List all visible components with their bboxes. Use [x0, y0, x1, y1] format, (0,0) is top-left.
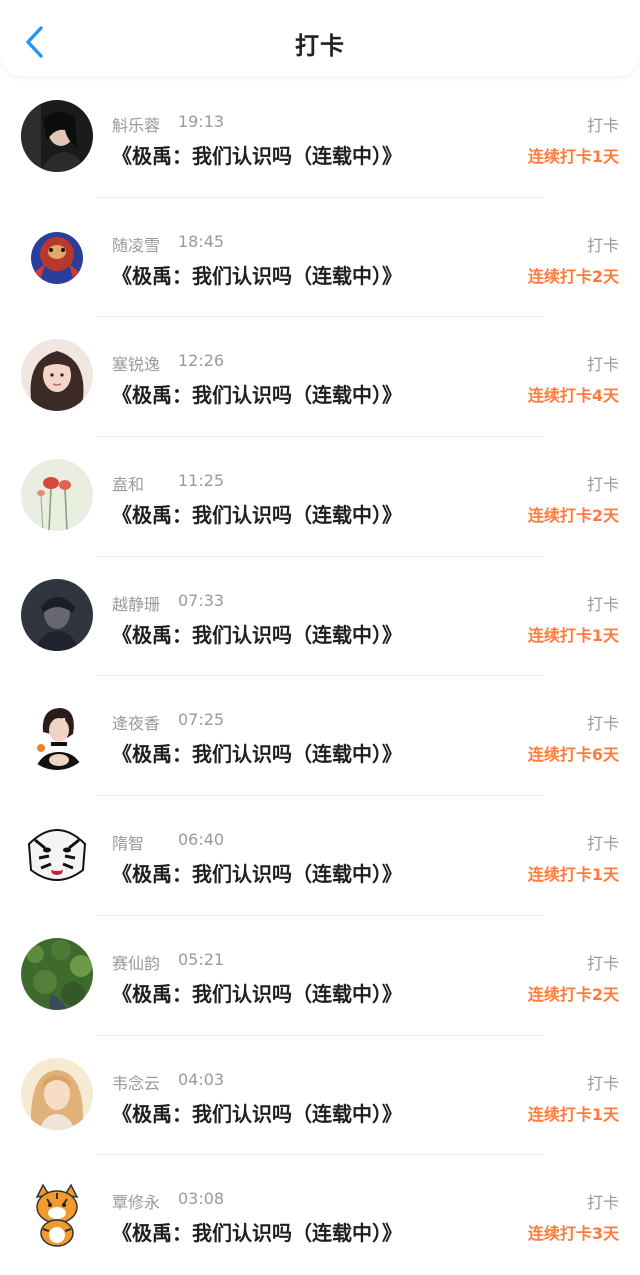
- checkin-label: 打卡: [586, 594, 619, 614]
- list-item[interactable]: 逄夜香 07:25 《极禹：我们认识吗（连载中）》 打卡 连续打卡6天: [0, 676, 640, 797]
- avatar[interactable]: [21, 578, 93, 651]
- avatar[interactable]: [21, 937, 93, 1010]
- avatar[interactable]: [21, 219, 93, 292]
- checkin-time: 11:25: [178, 471, 225, 491]
- book-title: 《极禹：我们认识吗（连载中）》: [112, 383, 402, 408]
- streak-badge: 连续打卡2天: [527, 266, 619, 286]
- checkin-label: 打卡: [586, 834, 619, 854]
- avatar[interactable]: [21, 1177, 93, 1250]
- user-name: 隋智: [112, 834, 145, 854]
- streak-badge: 连续打卡1天: [527, 1104, 619, 1124]
- list-item[interactable]: 韦念云 04:03 《极禹：我们认识吗（连载中）》 打卡 连续打卡1天: [0, 1036, 640, 1156]
- user-name: 覃修永: [112, 1193, 161, 1213]
- list-item[interactable]: 斛乐蓉 19:13 《极禹：我们认识吗（连载中）》 打卡 连续打卡1天: [0, 78, 640, 198]
- streak-badge: 连续打卡3天: [527, 1224, 619, 1244]
- user-name: 逄夜香: [112, 714, 161, 734]
- streak-badge: 连续打卡6天: [527, 745, 619, 765]
- avatar[interactable]: [21, 1057, 93, 1130]
- checkin-list: 斛乐蓉 19:13 《极禹：我们认识吗（连载中）》 打卡 连续打卡1天 随凌雪 …: [0, 78, 640, 1275]
- page-title: 打卡: [295, 32, 345, 60]
- list-item[interactable]: 越静珊 07:33 《极禹：我们认识吗（连载中）》 打卡 连续打卡1天: [0, 557, 640, 677]
- user-name: 塞锐逸: [112, 355, 161, 375]
- streak-badge: 连续打卡1天: [527, 625, 619, 645]
- user-name: 盍和: [112, 475, 145, 495]
- checkin-label: 打卡: [586, 953, 619, 973]
- book-title: 《极禹：我们认识吗（连载中）》: [112, 1101, 402, 1126]
- checkin-time: 07:25: [178, 710, 225, 730]
- avatar[interactable]: [21, 100, 93, 172]
- user-name: 赛仙韵: [112, 953, 161, 973]
- avatar[interactable]: [21, 818, 93, 891]
- checkin-label: 打卡: [586, 475, 619, 495]
- book-title: 《极禹：我们认识吗（连载中）》: [112, 862, 402, 887]
- user-name: 韦念云: [112, 1073, 161, 1093]
- user-name: 随凌雪: [112, 235, 161, 255]
- book-title: 《极禹：我们认识吗（连载中）》: [112, 1221, 402, 1246]
- streak-badge: 连续打卡1天: [527, 865, 619, 885]
- streak-badge: 连续打卡4天: [527, 386, 619, 406]
- book-title: 《极禹：我们认识吗（连载中）》: [112, 503, 402, 528]
- checkin-label: 打卡: [586, 235, 619, 255]
- book-title: 《极禹：我们认识吗（连载中）》: [112, 263, 402, 288]
- checkin-label: 打卡: [586, 714, 619, 734]
- user-name: 越静珊: [112, 594, 161, 614]
- avatar[interactable]: [21, 698, 93, 771]
- checkin-time: 04:03: [178, 1069, 225, 1089]
- checkin-time: 18:45: [178, 231, 225, 251]
- streak-badge: 连续打卡2天: [527, 506, 619, 526]
- book-title: 《极禹：我们认识吗（连载中）》: [112, 742, 402, 767]
- checkin-label: 打卡: [586, 116, 619, 135]
- checkin-label: 打卡: [586, 1073, 619, 1093]
- list-item[interactable]: 覃修永 03:08 《极禹：我们认识吗（连载中）》 打卡 连续打卡3天: [0, 1155, 640, 1275]
- checkin-time: 03:08: [178, 1189, 225, 1209]
- list-item[interactable]: 随凌雪 18:45 《极禹：我们认识吗（连载中）》 打卡 连续打卡2天: [0, 198, 640, 318]
- list-item[interactable]: 赛仙韵 05:21 《极禹：我们认识吗（连载中）》 打卡 连续打卡2天: [0, 916, 640, 1036]
- streak-badge: 连续打卡2天: [527, 984, 619, 1004]
- book-title: 《极禹：我们认识吗（连载中）》: [112, 622, 402, 647]
- checkin-time: 05:21: [178, 949, 225, 969]
- list-item[interactable]: 塞锐逸 12:26 《极禹：我们认识吗（连载中）》 打卡 连续打卡4天: [0, 317, 640, 438]
- top-bar: 打卡: [0, 0, 640, 76]
- checkin-time: 06:40: [178, 830, 225, 850]
- book-title: 《极禹：我们认识吗（连载中）》: [112, 981, 402, 1006]
- checkin-label: 打卡: [586, 1193, 619, 1213]
- list-item[interactable]: 隋智 06:40 《极禹：我们认识吗（连载中）》 打卡 连续打卡1天: [0, 796, 640, 916]
- book-title: 《极禹：我们认识吗（连载中）》: [112, 144, 402, 168]
- avatar[interactable]: [21, 459, 93, 532]
- avatar[interactable]: [21, 339, 93, 412]
- checkin-label: 打卡: [586, 355, 619, 375]
- checkin-time: 12:26: [178, 351, 225, 371]
- checkin-time: 19:13: [178, 112, 225, 131]
- streak-badge: 连续打卡1天: [527, 147, 619, 166]
- list-item[interactable]: 盍和 11:25 《极禹：我们认识吗（连载中）》 打卡 连续打卡2天: [0, 437, 640, 557]
- user-name: 斛乐蓉: [112, 116, 161, 135]
- checkin-time: 07:33: [178, 590, 225, 610]
